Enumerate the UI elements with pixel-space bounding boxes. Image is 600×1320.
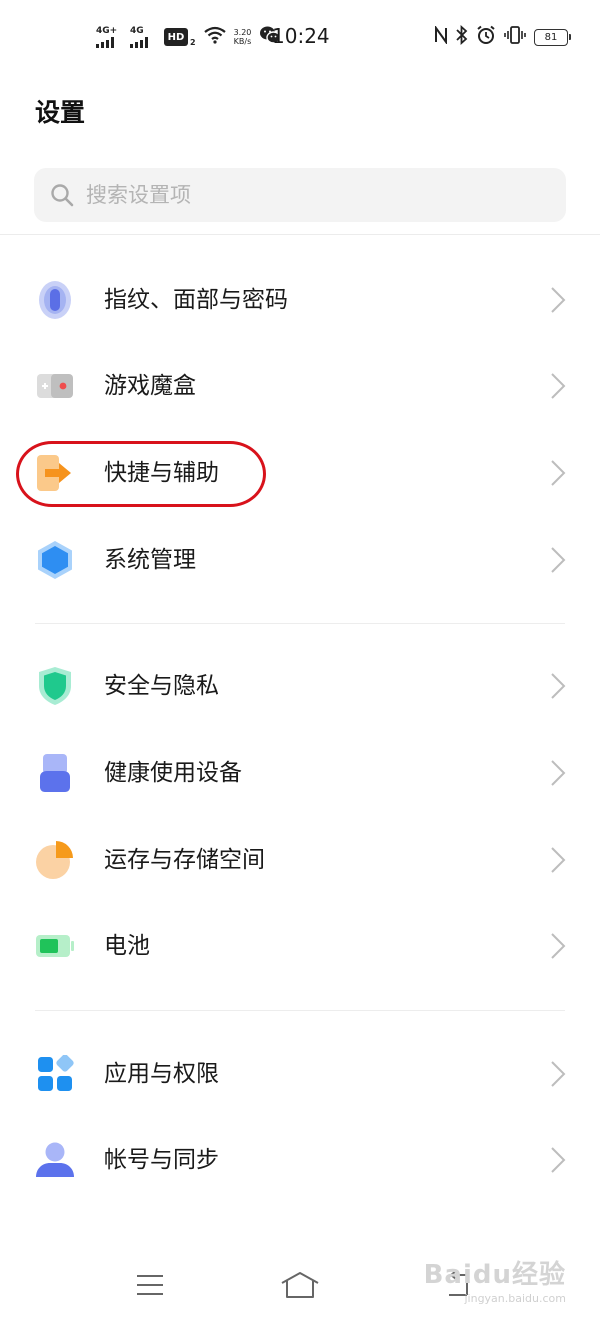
signal-bars-icon (96, 36, 114, 48)
health-device-icon (35, 753, 75, 793)
settings-item-label: 帐号与同步 (104, 1147, 219, 1173)
hd-badge: HD (164, 28, 188, 46)
system-hexagon-icon (35, 540, 75, 580)
chevron-right-icon (551, 547, 566, 573)
vibrate-icon (504, 26, 526, 48)
settings-item-label: 指纹、面部与密码 (104, 287, 288, 313)
chevron-right-icon (551, 933, 566, 959)
group-divider (35, 1010, 565, 1011)
chevron-right-icon (551, 1147, 566, 1173)
settings-item-system-management[interactable]: 系统管理 (0, 520, 600, 600)
signal-2: 4G (130, 25, 156, 48)
apps-grid-icon (35, 1054, 75, 1094)
status-bar: 4G+ 4G HD 2 3.20 KB/s 10:24 81 (0, 0, 600, 72)
signal-bars-icon (130, 36, 148, 48)
chevron-right-icon (551, 1061, 566, 1087)
chevron-right-icon (551, 373, 566, 399)
signal-1: 4G+ (96, 25, 122, 48)
fingerprint-icon (35, 280, 75, 320)
search-icon (48, 181, 76, 209)
shield-icon (35, 666, 75, 706)
nfc-icon (434, 24, 448, 48)
status-left: 4G+ 4G HD 2 3.20 KB/s (96, 24, 282, 50)
home-icon (281, 1272, 319, 1298)
settings-item-label: 运存与存储空间 (104, 847, 265, 873)
account-icon (35, 1140, 75, 1180)
highlight-annotation (16, 441, 266, 507)
menu-icon (137, 1275, 163, 1295)
battery-level: 81 (544, 31, 558, 43)
settings-item-memory-storage[interactable]: 运存与存储空间 (0, 820, 600, 900)
battery-indicator: 81 (534, 28, 571, 46)
settings-item-battery[interactable]: 电池 (0, 906, 600, 986)
signal-1-label: 4G+ (96, 25, 118, 36)
settings-item-label: 安全与隐私 (104, 673, 219, 699)
settings-item-label: 游戏魔盒 (104, 373, 196, 399)
page-title: 设置 (35, 98, 86, 127)
search-input[interactable] (86, 183, 526, 207)
signal-2-label: 4G (130, 25, 144, 36)
wifi-icon (203, 26, 226, 48)
hd-sub: 2 (190, 37, 196, 47)
search-bar[interactable] (34, 168, 566, 222)
settings-item-fingerprint-face-password[interactable]: 指纹、面部与密码 (0, 260, 600, 340)
clock: 10:24 (272, 24, 330, 48)
chevron-right-icon (551, 673, 566, 699)
watermark-sub: jingyan.baidu.com (464, 1292, 566, 1305)
settings-item-label: 健康使用设备 (104, 760, 242, 786)
settings-item-game-box[interactable]: 游戏魔盒 (0, 346, 600, 426)
battery-icon (35, 926, 75, 966)
settings-item-label: 系统管理 (104, 547, 196, 573)
chevron-right-icon (551, 287, 566, 313)
settings-item-healthy-device-use[interactable]: 健康使用设备 (0, 733, 600, 813)
settings-item-accounts-sync[interactable]: 帐号与同步 (0, 1120, 600, 1200)
alarm-icon (476, 25, 496, 49)
chevron-right-icon (551, 460, 566, 486)
home-button[interactable] (280, 1270, 320, 1300)
chevron-right-icon (551, 760, 566, 786)
storage-pie-icon (35, 840, 75, 880)
speed-unit: KB/s (233, 37, 252, 46)
settings-item-label: 电池 (104, 933, 150, 959)
settings-item-security-privacy[interactable]: 安全与隐私 (0, 646, 600, 726)
settings-item-label: 应用与权限 (104, 1061, 219, 1087)
status-right: 81 (434, 24, 571, 50)
game-box-icon (35, 366, 75, 406)
network-speed: 3.20 KB/s (234, 28, 252, 46)
bluetooth-icon (456, 24, 468, 49)
group-divider (35, 623, 565, 624)
settings-item-apps-permissions[interactable]: 应用与权限 (0, 1034, 600, 1114)
header-divider (0, 234, 600, 235)
watermark: Baidu经验 (423, 1260, 566, 1290)
chevron-right-icon (551, 847, 566, 873)
menu-button[interactable] (130, 1270, 170, 1300)
speed-value: 3.20 (233, 28, 252, 37)
